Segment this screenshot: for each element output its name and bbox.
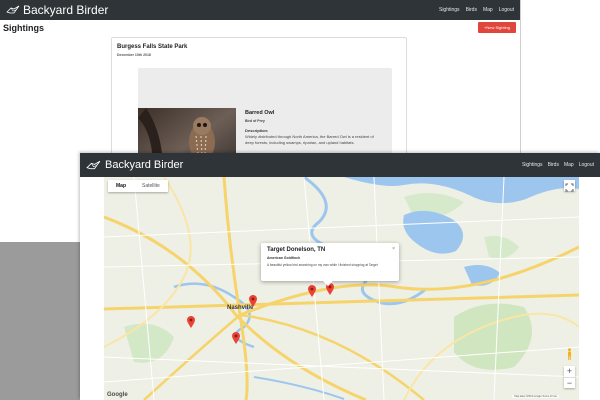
map-type-control: Map Satellite xyxy=(108,180,168,192)
infowindow-tail xyxy=(323,281,333,286)
nav-map[interactable]: Map xyxy=(483,7,493,13)
sighting-marker[interactable] xyxy=(249,295,257,307)
nav-sightings[interactable]: Sightings xyxy=(439,7,460,13)
brand[interactable]: Backyard Birder xyxy=(86,159,183,171)
bird-info: Barred Owl Bird of Prey Description: Wid… xyxy=(245,110,380,146)
sightings-map[interactable]: Nashville Map Satellite Target Donelson,… xyxy=(104,177,579,400)
fullscreen-icon xyxy=(565,183,574,192)
fullscreen-button[interactable] xyxy=(564,180,575,192)
zoom-out-button[interactable]: − xyxy=(564,377,575,388)
nav-map[interactable]: Map xyxy=(564,162,574,168)
map-type-satellite[interactable]: Satellite xyxy=(134,180,168,192)
navbar: Backyard Birder Sightings Birds Map Logo… xyxy=(80,153,600,177)
new-sighting-button[interactable]: +New Sighting xyxy=(478,22,516,33)
map-terms[interactable]: Map data ©2019 Google Terms of Use xyxy=(512,395,559,398)
navbar: Backyard Birder Sightings Birds Map Logo… xyxy=(0,0,520,20)
description-label: Description: xyxy=(245,128,269,133)
bird-name: Barred Owl xyxy=(245,110,275,116)
nav-links: Sightings Birds Map Logout xyxy=(517,162,594,168)
bird-category: Bird of Prey xyxy=(245,119,265,123)
brand-name: Backyard Birder xyxy=(23,3,109,17)
page-header: Sightings +New Sighting xyxy=(0,20,520,38)
nav-logout[interactable]: Logout xyxy=(499,7,514,13)
sighting-location: Burgess Falls State Park xyxy=(117,44,188,50)
sighting-date: December 10th 2018 xyxy=(117,53,151,57)
sighting-marker[interactable] xyxy=(187,316,195,328)
nav-sightings[interactable]: Sightings xyxy=(522,162,543,168)
infowindow-title: Target Donelson, TN xyxy=(267,247,326,253)
zoom-control: + − xyxy=(564,366,575,388)
map-type-map[interactable]: Map xyxy=(108,180,134,192)
map-window: Backyard Birder Sightings Birds Map Logo… xyxy=(80,153,600,400)
brand-name: Backyard Birder xyxy=(105,159,184,171)
nav-links: Sightings Birds Map Logout xyxy=(433,7,514,13)
infowindow-bird: American Goldfinch xyxy=(267,256,301,260)
bird-description: Widely distributed through North America… xyxy=(245,134,374,145)
google-logo: Google xyxy=(107,392,128,398)
bird-logo-icon xyxy=(6,5,20,14)
infowindow-description: A beautiful yellow bird searching on my … xyxy=(267,263,378,267)
pegman-icon[interactable] xyxy=(567,348,572,360)
zoom-in-button[interactable]: + xyxy=(564,366,575,377)
bird-logo-icon xyxy=(86,160,101,169)
sighting-marker[interactable] xyxy=(308,285,316,297)
sighting-marker[interactable] xyxy=(232,332,240,344)
page-title: Sightings xyxy=(3,23,44,33)
marker-infowindow: Target Donelson, TN American Goldfinch A… xyxy=(261,243,399,286)
brand[interactable]: Backyard Birder xyxy=(6,3,108,17)
nav-birds[interactable]: Birds xyxy=(548,162,559,168)
map-tiles xyxy=(104,177,579,400)
nav-logout[interactable]: Logout xyxy=(579,162,594,168)
close-icon[interactable]: × xyxy=(392,246,395,252)
nav-birds[interactable]: Birds xyxy=(466,7,477,13)
